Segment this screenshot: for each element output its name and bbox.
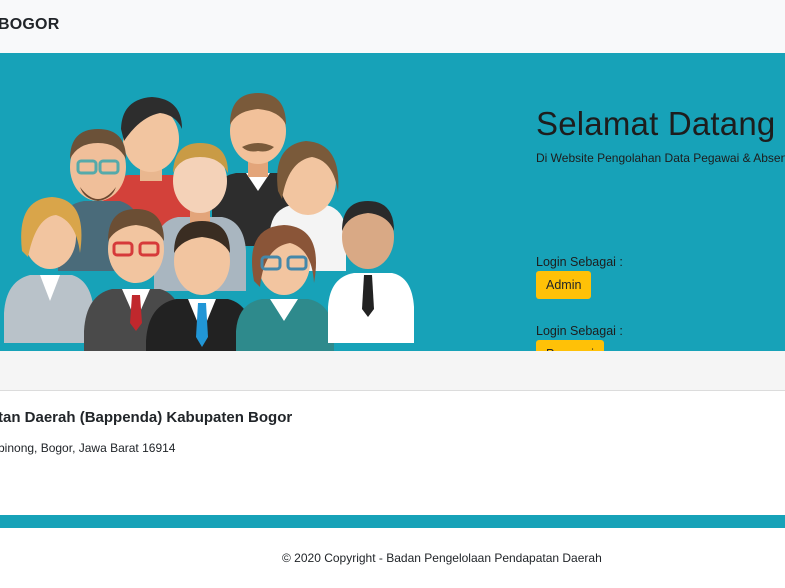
hero-section: Selamat Datang Di Website Pengolahan Dat… <box>0 53 785 351</box>
page-footer: © 2020 Copyright - Badan Pengelolaan Pen… <box>0 528 785 588</box>
pegawai-login-group: Login Sebagai : Pegawai <box>536 324 623 351</box>
navbar-brand[interactable]: BOGOR <box>0 16 59 34</box>
admin-login-label: Login Sebagai : <box>536 255 623 269</box>
copyright-text: © 2020 Copyright - Badan Pengelolaan Pen… <box>282 551 602 565</box>
hero-subtitle: Di Website Pengolahan Data Pegawai & Abs… <box>536 151 785 165</box>
hero-text-block: Selamat Datang Di Website Pengolahan Dat… <box>536 105 785 165</box>
group-of-employees-illustration <box>4 93 414 351</box>
hero-title: Selamat Datang <box>536 105 776 142</box>
admin-login-group: Login Sebagai : Admin <box>536 255 623 299</box>
footer-accent-strip <box>0 515 785 528</box>
pegawai-login-button[interactable]: Pegawai <box>536 340 604 351</box>
pegawai-login-label: Login Sebagai : <box>536 324 623 338</box>
admin-login-button[interactable]: Admin <box>536 271 592 299</box>
top-navbar: BOGOR <box>0 0 785 53</box>
office-address: binong, Bogor, Jawa Barat 16914 <box>0 441 176 455</box>
office-name: tan Daerah (Bappenda) Kabupaten Bogor <box>0 409 293 426</box>
section-divider-band <box>0 351 785 391</box>
office-info-section: tan Daerah (Bappenda) Kabupaten Bogor bi… <box>0 391 785 515</box>
